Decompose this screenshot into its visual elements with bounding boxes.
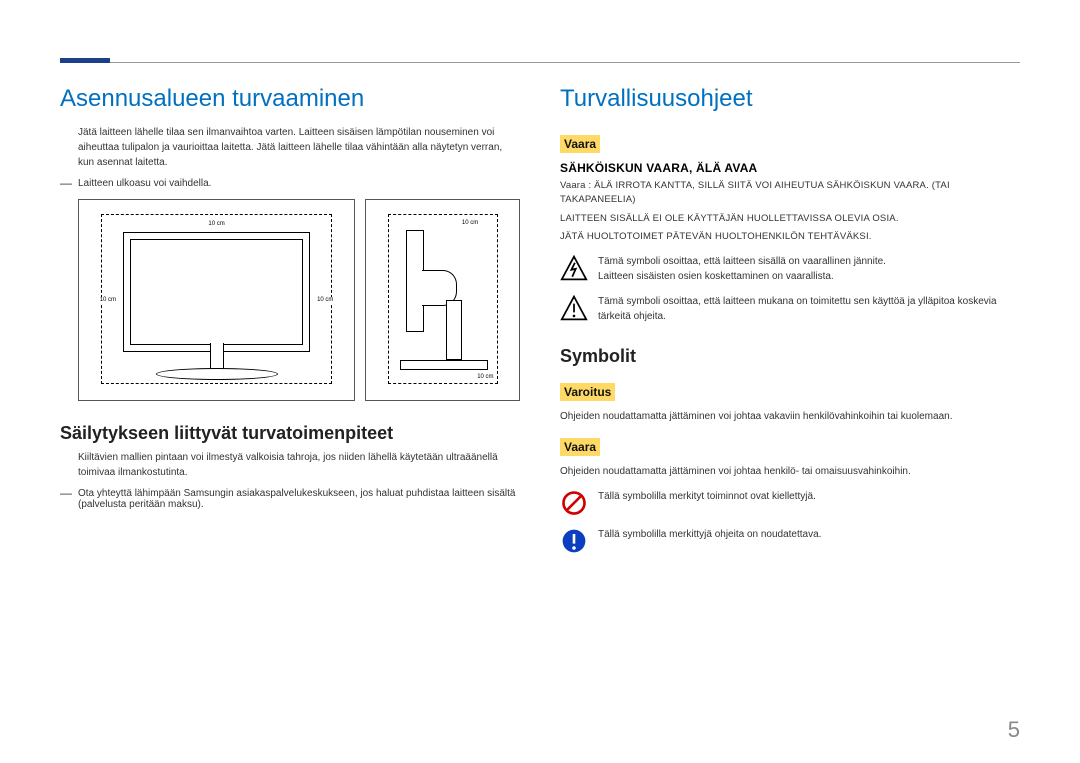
clearance-diagrams: 10 cm 10 cm 10 cm 10 cm 10 cm [60, 199, 520, 401]
label-vaara-1: Vaara [560, 135, 600, 153]
footnote-appearance: Laitteen ulkoasu voi vaihdella. [60, 178, 520, 189]
prohibit-icon [560, 489, 588, 517]
vaara2-body: Ohjeiden noudattamatta jättäminen voi jo… [560, 464, 1020, 479]
heading-storage: Säilytykseen liittyvät turvatoimenpiteet [60, 423, 520, 444]
intro-paragraph: Jätä laitteen lähelle tilaa sen ilmanvai… [60, 125, 520, 170]
diagram-side-view: 10 cm 10 cm [365, 199, 520, 401]
dim-right: 10 cm [316, 297, 334, 303]
mandatory-icon [560, 527, 588, 555]
prohibit-text: Tällä symbolilla merkityt toiminnot ovat… [598, 489, 1020, 504]
page-number: 5 [1008, 717, 1020, 743]
dim-side-bottom: 10 cm [476, 374, 494, 380]
dim-top: 10 cm [207, 221, 225, 227]
label-varoitus: Varoitus [560, 383, 615, 401]
left-column: Asennusalueen turvaaminen Jätä laitteen … [60, 85, 520, 565]
voltage-text-l1: Tämä symboli osoittaa, että laitteen sis… [598, 254, 1020, 269]
voltage-triangle-icon [560, 254, 588, 282]
shock-line-3: JÄTÄ HUOLTOTOIMET PÄTEVÄN HUOLTOHENKILÖN… [560, 230, 1020, 244]
mandatory-text: Tällä symbolilla merkittyjä ohjeita on n… [598, 527, 1020, 542]
dim-side-top: 10 cm [461, 220, 479, 226]
label-vaara-2: Vaara [560, 438, 600, 456]
chapter-mark [60, 58, 110, 63]
heading-turvallisuus: Turvallisuusohjeet [560, 85, 1020, 113]
exclamation-triangle-icon [560, 294, 588, 322]
heading-symbolit: Symbolit [560, 346, 1020, 367]
manual-text: Tämä symboli osoittaa, että laitteen muk… [598, 294, 1020, 324]
storage-body: Kiiltävien mallien pintaan voi ilmestyä … [60, 450, 520, 480]
shock-line-2: LAITTEEN SISÄLLÄ EI OLE KÄYTTÄJÄN HUOLLE… [560, 212, 1020, 226]
varoitus-body: Ohjeiden noudattamatta jättäminen voi jo… [560, 409, 1020, 424]
heading-shock-warning: SÄHKÖISKUN VAARA, ÄLÄ AVAA [560, 161, 1020, 175]
heading-asennus: Asennusalueen turvaaminen [60, 85, 520, 113]
shock-line-1: Vaara : ÄLÄ IRROTA KANTTA, SILLÄ SIITÄ V… [560, 179, 1020, 208]
footnote-service: Ota yhteyttä lähimpään Samsungin asiakas… [60, 488, 520, 510]
dim-left: 10 cm [99, 297, 117, 303]
header-rule [60, 62, 1020, 63]
right-column: Turvallisuusohjeet Vaara SÄHKÖISKUN VAAR… [560, 85, 1020, 565]
voltage-text-l2: Laitteen sisäisten osien koskettaminen o… [598, 269, 1020, 284]
voltage-text: Tämä symboli osoittaa, että laitteen sis… [598, 254, 1020, 284]
diagram-front-view: 10 cm 10 cm 10 cm [78, 199, 355, 401]
